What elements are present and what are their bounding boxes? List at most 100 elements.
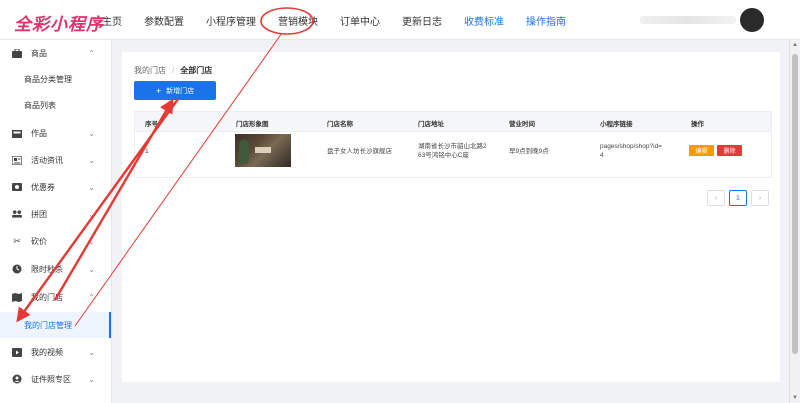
col-header-address: 门店地址: [418, 120, 444, 128]
user-area[interactable]: [640, 8, 770, 32]
cell-index: 1: [145, 148, 149, 155]
scroll-down-arrow-icon[interactable]: ▼: [792, 395, 798, 401]
cell-hours: 早9点到晚9点: [509, 148, 549, 155]
cell-link-line1: pages/shop/shop?id=: [600, 143, 662, 150]
store-image-sign: [255, 147, 271, 153]
col-header-index: 序号: [145, 120, 158, 128]
sidebar-item-group-buy[interactable]: 拼团 ⌄: [0, 201, 111, 227]
sidebar-item-my-video[interactable]: 我的视频 ⌄: [0, 339, 111, 365]
table-header: 序号 门店形象图 门店名称 门店地址 营业时间 小程序链接 操作: [134, 111, 772, 132]
sidebar-item-label: 我的视频: [31, 347, 63, 357]
sidebar-subitem-store-manage[interactable]: 我的门店管理: [0, 312, 111, 338]
sidebar-item-label: 优惠券: [31, 182, 55, 192]
newspaper-icon: [12, 155, 22, 165]
sidebar-item-id-photo[interactable]: 证件照专区 ⌄: [0, 366, 111, 392]
page-scrollbar[interactable]: ▲ ▼: [789, 40, 800, 403]
nav-marketing[interactable]: 营销模块: [278, 13, 318, 28]
breadcrumb-current: 全部门店: [180, 66, 213, 75]
breadcrumb: 我的门店 / 全部门店: [134, 65, 212, 76]
app-logo[interactable]: 全彩小程序: [14, 10, 104, 35]
chevron-down-icon: ⌄: [88, 155, 95, 165]
pagination: ‹ 1 ›: [703, 190, 769, 206]
cell-address-line2: 63号鸿铭中心C座: [418, 152, 469, 159]
top-nav: 主页 参数配置 小程序管理 营销模块 订单中心 更新日志 收费标准 操作指南: [102, 0, 588, 40]
chevron-up-icon: ⌃: [88, 292, 95, 302]
chevron-down-icon: ⌄: [88, 374, 95, 384]
sidebar-subitem-goods-list[interactable]: 商品列表: [0, 92, 111, 118]
store-card: 我的门店 / 全部门店 + 新增门店 序号 门店形象图 门店名称 门店地址 营业时间…: [122, 52, 780, 382]
group-icon: [12, 209, 22, 219]
sidebar-item-label: 作品: [31, 128, 47, 138]
add-store-label: 新增门店: [166, 87, 195, 95]
sidebar-subitem-label: 我的门店管理: [24, 320, 72, 330]
prev-page-button[interactable]: ‹: [707, 190, 725, 206]
map-icon: [12, 292, 22, 302]
col-header-name: 门店名称: [327, 120, 353, 128]
store-image: [235, 134, 291, 167]
page-1-button[interactable]: 1: [729, 190, 747, 206]
nav-guide[interactable]: 操作指南: [526, 13, 566, 28]
main-content: 我的门店 / 全部门店 + 新增门店 序号 门店形象图 门店名称 门店地址 营业时间…: [112, 40, 789, 403]
breadcrumb-parent[interactable]: 我的门店: [134, 66, 166, 75]
breadcrumb-separator: /: [172, 66, 175, 75]
delete-button[interactable]: 删除: [717, 145, 742, 156]
user-name-blurred: [640, 16, 736, 24]
chevron-down-icon: ⌄: [88, 347, 95, 357]
sidebar: 商品 ⌃ 商品分类管理 商品列表 作品 ⌄ 活动资讯 ⌄ 优惠券 ⌄ 拼团 ⌄ …: [0, 40, 112, 403]
sidebar-subitem-label: 商品分类管理: [24, 74, 72, 84]
chevron-down-icon: ⌄: [88, 128, 95, 138]
add-store-button[interactable]: + 新增门店: [134, 81, 216, 100]
sidebar-item-bargain[interactable]: ✂ 砍价 ⌄: [0, 228, 111, 254]
col-header-actions: 操作: [691, 120, 704, 128]
nav-changelog[interactable]: 更新日志: [402, 13, 442, 28]
sidebar-subitem-label: 商品列表: [24, 100, 56, 110]
timer-icon: [12, 264, 22, 274]
top-header: 全彩小程序 主页 参数配置 小程序管理 营销模块 订单中心 更新日志 收费标准 …: [0, 0, 800, 40]
coupon-icon: [12, 182, 22, 192]
sidebar-item-my-store[interactable]: 我的门店 ⌃: [0, 284, 111, 310]
scroll-up-arrow-icon[interactable]: ▲: [792, 42, 798, 48]
video-icon: [12, 347, 22, 357]
col-header-hours: 营业时间: [509, 120, 535, 128]
col-header-link: 小程序链接: [600, 120, 633, 128]
gallery-icon: [12, 128, 22, 138]
sidebar-item-label: 砍价: [31, 236, 47, 246]
sidebar-item-label: 活动资讯: [31, 155, 63, 165]
sidebar-item-coupon[interactable]: 优惠券 ⌄: [0, 174, 111, 200]
nav-home[interactable]: 主页: [102, 13, 122, 28]
sidebar-item-works[interactable]: 作品 ⌄: [0, 120, 111, 146]
nav-pricing[interactable]: 收费标准: [464, 13, 504, 28]
store-table: 序号 门店形象图 门店名称 门店地址 营业时间 小程序链接 操作 1 盘子女人坊…: [134, 111, 772, 178]
sidebar-item-flash-sale[interactable]: 限时秒杀 ⌄: [0, 256, 111, 282]
table-row: 1 盘子女人坊长沙旗舰店 湖南省长沙市韶山北路2 63号鸿铭中心C座 早9点到晚…: [134, 132, 772, 178]
store-image-plant: [239, 140, 249, 164]
scissors-icon: ✂: [13, 235, 21, 246]
cell-address-line1: 湖南省长沙市韶山北路2: [418, 143, 487, 150]
sidebar-item-label: 拼团: [31, 209, 47, 219]
briefcase-icon: [12, 48, 22, 58]
chevron-down-icon: ⌄: [88, 182, 95, 192]
nav-params[interactable]: 参数配置: [144, 13, 184, 28]
id-card-icon: [12, 374, 22, 384]
chevron-down-icon: ⌄: [88, 264, 95, 274]
next-page-button[interactable]: ›: [751, 190, 769, 206]
sidebar-item-label: 我的门店: [31, 292, 63, 302]
sidebar-item-label: 商品: [31, 48, 47, 58]
sidebar-item-label: 证件照专区: [31, 374, 71, 384]
sidebar-item-goods[interactable]: 商品 ⌃: [0, 40, 111, 66]
col-header-image: 门店形象图: [236, 120, 269, 128]
chevron-down-icon: ⌄: [88, 236, 95, 246]
sidebar-item-label: 限时秒杀: [31, 264, 63, 274]
scroll-thumb[interactable]: [792, 54, 798, 354]
sidebar-item-news[interactable]: 活动资讯 ⌄: [0, 147, 111, 173]
plus-icon: +: [155, 85, 162, 96]
nav-orders[interactable]: 订单中心: [340, 13, 380, 28]
sidebar-subitem-category[interactable]: 商品分类管理: [0, 66, 111, 92]
chevron-down-icon: ⌄: [88, 209, 95, 219]
cell-store-name: 盘子女人坊长沙旗舰店: [327, 148, 392, 155]
edit-button[interactable]: 编辑: [689, 145, 714, 156]
avatar[interactable]: [740, 8, 764, 32]
cell-link-line2: 4: [600, 152, 604, 159]
chevron-up-icon: ⌃: [88, 48, 95, 58]
nav-miniapp[interactable]: 小程序管理: [206, 13, 256, 28]
